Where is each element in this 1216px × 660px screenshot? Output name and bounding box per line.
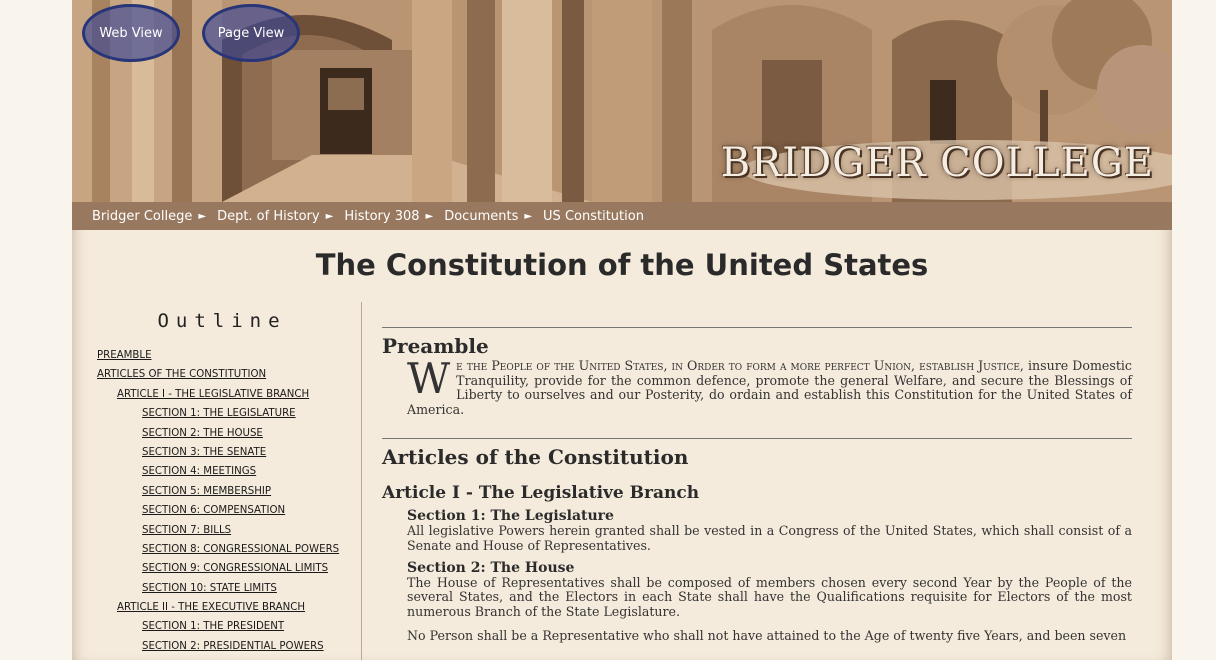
section-1-text: All legislative Powers herein granted sh…: [407, 523, 1132, 553]
section-2-heading: Section 2: The House: [407, 559, 575, 576]
section-2-text-continued: No Person shall be a Representative who …: [407, 628, 1127, 644]
outline-link-a1-section-6[interactable]: SECTION 6: COMPENSATION: [72, 501, 362, 520]
divider: [382, 327, 1132, 328]
breadcrumb-us-constitution[interactable]: US Constitution: [543, 209, 644, 224]
outline-heading: Outline: [157, 310, 287, 332]
section-2-text: The House of Representatives shall be co…: [407, 574, 1132, 619]
preamble-heading: Preamble: [382, 334, 489, 358]
web-view-button[interactable]: Web View: [82, 4, 180, 62]
article-1-body: Section 1: The Legislature All legislati…: [382, 508, 1132, 644]
outline-link-a1-section-1[interactable]: SECTION 1: THE LEGISLATURE: [72, 404, 362, 423]
outline-link-a1-section-2[interactable]: SECTION 2: THE HOUSE: [72, 424, 362, 443]
outline-link-a1-section-5[interactable]: SECTION 5: MEMBERSHIP: [72, 482, 362, 501]
articles-heading: Articles of the Constitution: [382, 445, 689, 470]
outline-link-a1-section-4[interactable]: SECTION 4: MEETINGS: [72, 462, 362, 481]
main-content: Preamble W e the People of the United St…: [382, 302, 1132, 644]
outline-link-preamble[interactable]: PREAMBLE: [72, 346, 362, 365]
outline-link-articles[interactable]: ARTICLES OF THE CONSTITUTION: [72, 365, 362, 384]
breadcrumb-bridger-college[interactable]: Bridger College: [92, 209, 192, 224]
arrow-right-icon: ►: [524, 210, 533, 222]
preamble-lead: e the People of the United States, in Or…: [456, 358, 1024, 373]
breadcrumb-documents[interactable]: Documents: [444, 209, 518, 224]
page-view-button[interactable]: Page View: [202, 4, 300, 62]
outline-link-a1-section-8[interactable]: SECTION 8: CONGRESSIONAL POWERS: [72, 540, 362, 559]
arrow-right-icon: ►: [198, 210, 207, 222]
outline-list: PREAMBLE ARTICLES OF THE CONSTITUTION AR…: [72, 346, 362, 656]
page-title: The Constitution of the United States: [315, 248, 929, 282]
breadcrumb-history-308[interactable]: History 308: [344, 209, 419, 224]
outline-link-a1-section-10[interactable]: SECTION 10: STATE LIMITS: [72, 579, 362, 598]
article-1-heading: Article I - The Legislative Branch: [382, 483, 700, 504]
arrow-right-icon: ►: [325, 210, 334, 222]
outline-link-a1-section-9[interactable]: SECTION 9: CONGRESSIONAL LIMITS: [72, 559, 362, 578]
outline-link-a1-section-3[interactable]: SECTION 3: THE SENATE: [72, 443, 362, 462]
outline-link-article-1[interactable]: ARTICLE I - THE LEGISLATIVE BRANCH: [72, 385, 362, 404]
outline-link-article-2[interactable]: ARTICLE II - THE EXECUTIVE BRANCH: [72, 598, 362, 617]
breadcrumb: Bridger College ► Dept. of History ► His…: [72, 202, 1172, 230]
outline-sidebar: Outline PREAMBLE ARTICLES OF THE CONSTIT…: [72, 302, 362, 660]
divider: [382, 438, 1132, 440]
outline-link-a1-section-7[interactable]: SECTION 7: BILLS: [72, 521, 362, 540]
breadcrumb-dept-history[interactable]: Dept. of History: [217, 209, 320, 224]
outline-link-a2-section-1[interactable]: SECTION 1: THE PRESIDENT: [72, 617, 362, 636]
outline-link-a2-section-2[interactable]: SECTION 2: PRESIDENTIAL POWERS: [72, 637, 362, 656]
college-logo-text: BRIDGER COLLEGE: [720, 140, 1154, 186]
dropcap-letter: W: [407, 354, 451, 403]
arrow-right-icon: ►: [425, 210, 434, 222]
header-banner: Web View Page View BRIDGER COLLEGE: [72, 0, 1172, 202]
section-1-heading: Section 1: The Legislature: [407, 508, 614, 525]
page-container: Web View Page View BRIDGER COLLEGE Bridg…: [72, 0, 1172, 660]
preamble-text: W e the People of the United States, in …: [382, 354, 1132, 417]
